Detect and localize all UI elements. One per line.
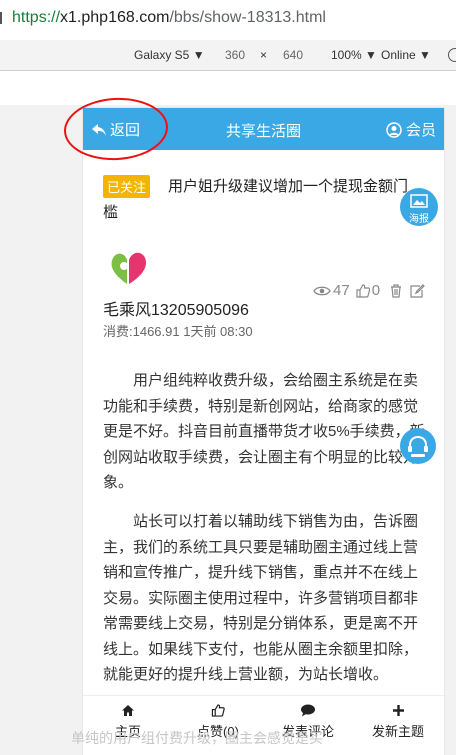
nav-new-topic-label: 发新主题	[371, 724, 424, 739]
thumbs-up-icon[interactable]	[356, 283, 370, 298]
browser-address-bar[interactable]: https://x1.php168.com/bbs/show-18313.htm…	[0, 0, 456, 41]
user-icon	[386, 121, 402, 138]
like-count: 0	[371, 282, 381, 299]
device-select[interactable]: Galaxy S5 ▼	[134, 48, 205, 62]
thumbs-up-icon	[211, 704, 225, 717]
post-paragraph: 站长可以打着以辅助线下销售为由，告诉圈主，我们的系统工具只要是辅助圈主通过线上营…	[103, 513, 419, 683]
device-height-input[interactable]: 640	[283, 48, 303, 62]
trash-icon[interactable]	[390, 283, 402, 298]
customer-service-button[interactable]	[400, 428, 436, 464]
network-select[interactable]: Online ▼	[381, 48, 431, 62]
headset-icon	[408, 435, 428, 457]
author-avatar-logo	[111, 252, 147, 284]
url-text[interactable]: https://x1.php168.com/bbs/show-18313.htm…	[12, 9, 326, 27]
zoom-select[interactable]: 100% ▼	[331, 48, 377, 62]
viewport-margin	[0, 71, 456, 105]
device-width-input[interactable]: 360	[225, 48, 245, 62]
dimension-separator: ×	[260, 48, 268, 62]
home-icon	[122, 705, 134, 716]
poster-label: 海报	[409, 214, 429, 225]
device-toolbar: Galaxy S5 ▼ 360 × 640 100% ▼ Online ▼	[0, 40, 456, 71]
post-stats: 47 0	[313, 282, 425, 299]
post-meta: 消费:1466.91 1天前 08:30	[103, 324, 253, 339]
overflow-ghost-text: 单纯的用户组付费升级，圈主会感觉是买	[71, 730, 323, 746]
url-path: /bbs/show-18313.html	[169, 9, 326, 26]
author-name[interactable]: 毛乘风13205905096	[103, 296, 249, 320]
mobile-page: 返回 共享生活圈 会员 用户姐升级建议增加一个提现金额门槛 已关注 海报 毛乘风…	[83, 108, 444, 755]
member-button[interactable]: 会员	[386, 119, 436, 140]
rotate-icon[interactable]	[448, 48, 456, 62]
plus-icon	[392, 705, 404, 716]
poster-button[interactable]: 海报	[400, 188, 438, 226]
page-edge-indicator	[0, 12, 10, 24]
image-icon	[410, 194, 428, 208]
url-protocol: https://	[12, 9, 61, 26]
follow-badge[interactable]: 已关注	[103, 175, 151, 198]
eye-icon	[313, 286, 331, 295]
edit-icon[interactable]	[410, 283, 425, 298]
post-paragraph: 用户组纯粹收费升级，会给圈主系统是在卖功能和手续费，特别是新创网站，给商家的感觉…	[103, 372, 425, 491]
view-count: 47	[333, 282, 350, 299]
url-host: x1.php168.com	[60, 9, 170, 26]
member-label: 会员	[405, 122, 436, 139]
comment-icon	[301, 704, 315, 717]
nav-new-topic[interactable]: 发新主题	[353, 704, 443, 740]
